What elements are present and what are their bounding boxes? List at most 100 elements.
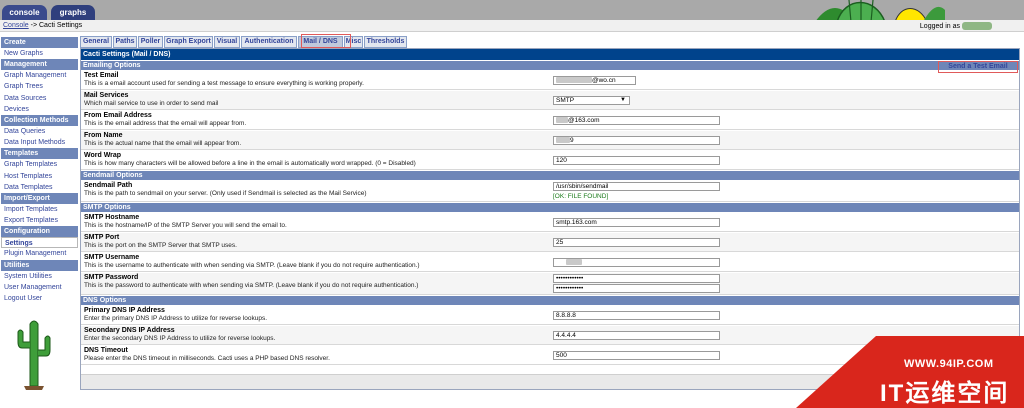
active-tab-highlight (301, 34, 351, 48)
secondary-dns-label: Secondary DNS IP Address (84, 327, 175, 334)
row-mail-services: Mail Services Which mail service to use … (81, 91, 1019, 110)
sendmail-path-desc: This is the path to sendmail on your ser… (84, 190, 367, 197)
mail-services-desc: Which mail service to use in order to se… (84, 100, 219, 107)
settings-tab-graph-export[interactable]: Graph Export (164, 36, 213, 48)
menu-item-logout-user[interactable]: Logout User (1, 293, 78, 304)
tab-graphs[interactable]: graphs (51, 5, 95, 20)
smtp-username-desc: This is the username to authenticate wit… (84, 262, 420, 269)
settings-tab-authentication[interactable]: Authentication (241, 36, 297, 48)
redacted-username (962, 22, 992, 30)
menu-item-settings[interactable]: Settings (1, 237, 78, 249)
row-from-name: From Name This is the actual name that t… (81, 131, 1019, 150)
menu-item-devices[interactable]: Devices (1, 104, 78, 115)
row-test-email: Test Email This is a email account used … (81, 71, 1019, 90)
menu-item-new-graphs[interactable]: New Graphs (1, 48, 78, 59)
row-smtp-hostname: SMTP Hostname This is the hostname/IP of… (81, 213, 1019, 232)
settings-tab-paths[interactable]: Paths (113, 36, 137, 48)
from-name-input[interactable]: 9 (553, 136, 720, 145)
breadcrumb-bar: Console -> Cacti Settings Logged in as (0, 20, 1024, 32)
from-name-desc: This is the actual name that the email w… (84, 140, 242, 147)
menu-item-graph-templates[interactable]: Graph Templates (1, 159, 78, 170)
menu-item-graph-trees[interactable]: Graph Trees (1, 81, 78, 92)
dns-timeout-input[interactable]: 500 (553, 351, 720, 360)
logged-in-status: Logged in as (920, 22, 992, 30)
mail-services-value: SMTP (556, 97, 575, 104)
section-emailing: Emailing Options (81, 61, 1019, 70)
smtp-port-desc: This is the port on the SMTP Server that… (84, 242, 237, 249)
menu-heading: Configuration (1, 226, 78, 238)
settings-tab-general[interactable]: General (80, 36, 112, 48)
menu-item-data-queries[interactable]: Data Queries (1, 126, 78, 137)
panel-title: Cacti Settings (Mail / DNS) (81, 49, 1019, 60)
primary-dns-input[interactable]: 8.8.8.8 (553, 311, 720, 320)
mail-services-label: Mail Services (84, 92, 129, 99)
breadcrumb-current: Cacti Settings (39, 22, 83, 29)
sendmail-path-input[interactable]: /usr/sbin/sendmail (553, 182, 720, 191)
tab-console[interactable]: console (2, 5, 47, 20)
left-menu: Create New Graphs Management Graph Manageme… (1, 37, 78, 304)
word-wrap-desc: This is how many characters will be allo… (84, 160, 416, 167)
smtp-hostname-input[interactable]: smtp.163.com (553, 218, 720, 227)
breadcrumb: Console -> Cacti Settings (3, 22, 82, 29)
menu-item-data-sources[interactable]: Data Sources (1, 93, 78, 104)
smtp-hostname-desc: This is the hostname/IP of the SMTP Serv… (84, 222, 287, 229)
smtp-username-input[interactable] (553, 258, 720, 267)
row-word-wrap: Word Wrap This is how many characters wi… (81, 151, 1019, 170)
sendmail-path-label: Sendmail Path (84, 182, 133, 189)
row-primary-dns: Primary DNS IP Address Enter the primary… (81, 306, 1019, 325)
settings-tab-poller[interactable]: Poller (138, 36, 163, 48)
settings-tab-visual[interactable]: Visual (214, 36, 240, 48)
watermark-text: IT运维空间 (880, 380, 1010, 407)
smtp-username-label: SMTP Username (84, 254, 140, 261)
test-email-desc: This is a email account used for sending… (84, 80, 364, 87)
breadcrumb-separator: -> (28, 22, 39, 29)
logged-in-label: Logged in as (919, 22, 960, 30)
cacti-mascot-icon (815, 0, 945, 22)
redacted-text (556, 117, 568, 124)
smtp-port-label: SMTP Port (84, 234, 120, 241)
menu-heading: Utilities (1, 259, 78, 271)
menu-item-system-utilities[interactable]: System Utilities (1, 271, 78, 282)
breadcrumb-console-link[interactable]: Console (3, 22, 29, 29)
redacted-text (556, 77, 592, 84)
dns-timeout-label: DNS Timeout (84, 347, 128, 354)
menu-heading: Create (1, 37, 78, 48)
smtp-port-input[interactable]: 25 (553, 238, 720, 247)
primary-dns-label: Primary DNS IP Address (84, 307, 165, 314)
smtp-hostname-label: SMTP Hostname (84, 214, 140, 221)
secondary-dns-input[interactable]: 4.4.4.4 (553, 331, 720, 340)
redacted-text (556, 137, 570, 144)
from-email-label: From Email Address (84, 112, 152, 119)
cacti-logo-icon (17, 320, 51, 390)
menu-item-data-input-methods[interactable]: Data Input Methods (1, 137, 78, 148)
menu-heading: Import/Export (1, 192, 78, 204)
mail-services-select[interactable]: SMTP ▼ (553, 96, 630, 105)
dns-timeout-desc: Please enter the DNS timeout in millisec… (84, 355, 330, 362)
menu-item-data-templates[interactable]: Data Templates (1, 182, 78, 193)
smtp-password-input[interactable]: •••••••••••• (553, 274, 720, 283)
test-email-label: Test Email (84, 72, 119, 79)
smtp-password-confirm-input[interactable]: •••••••••••• (553, 284, 720, 293)
row-smtp-password: SMTP Password This is the password to au… (81, 273, 1019, 295)
row-from-email: From Email Address This is the email add… (81, 111, 1019, 130)
row-smtp-username: SMTP Username This is the username to au… (81, 253, 1019, 272)
test-email-value: @wo.cn (592, 77, 616, 84)
menu-item-import-templates[interactable]: Import Templates (1, 204, 78, 215)
word-wrap-input[interactable]: 120 (553, 156, 720, 165)
menu-item-plugin-management[interactable]: Plugin Management (1, 248, 78, 259)
menu-item-graph-management[interactable]: Graph Management (1, 70, 78, 81)
from-email-desc: This is the email address that the email… (84, 120, 247, 127)
menu-item-user-management[interactable]: User Management (1, 282, 78, 293)
row-smtp-port: SMTP Port This is the port on the SMTP S… (81, 233, 1019, 252)
test-email-input[interactable]: @wo.cn (553, 76, 636, 85)
settings-tab-thresholds[interactable]: Thresholds (364, 36, 407, 48)
menu-heading: Collection Methods (1, 114, 78, 126)
menu-item-host-templates[interactable]: Host Templates (1, 171, 78, 182)
from-email-input[interactable]: @163.com (553, 116, 720, 125)
redacted-text (566, 259, 582, 266)
smtp-password-label: SMTP Password (84, 274, 139, 281)
section-dns: DNS Options (81, 296, 1019, 305)
section-smtp: SMTP Options (81, 203, 1019, 212)
menu-item-export-templates[interactable]: Export Templates (1, 215, 78, 226)
from-name-label: From Name (84, 132, 123, 139)
